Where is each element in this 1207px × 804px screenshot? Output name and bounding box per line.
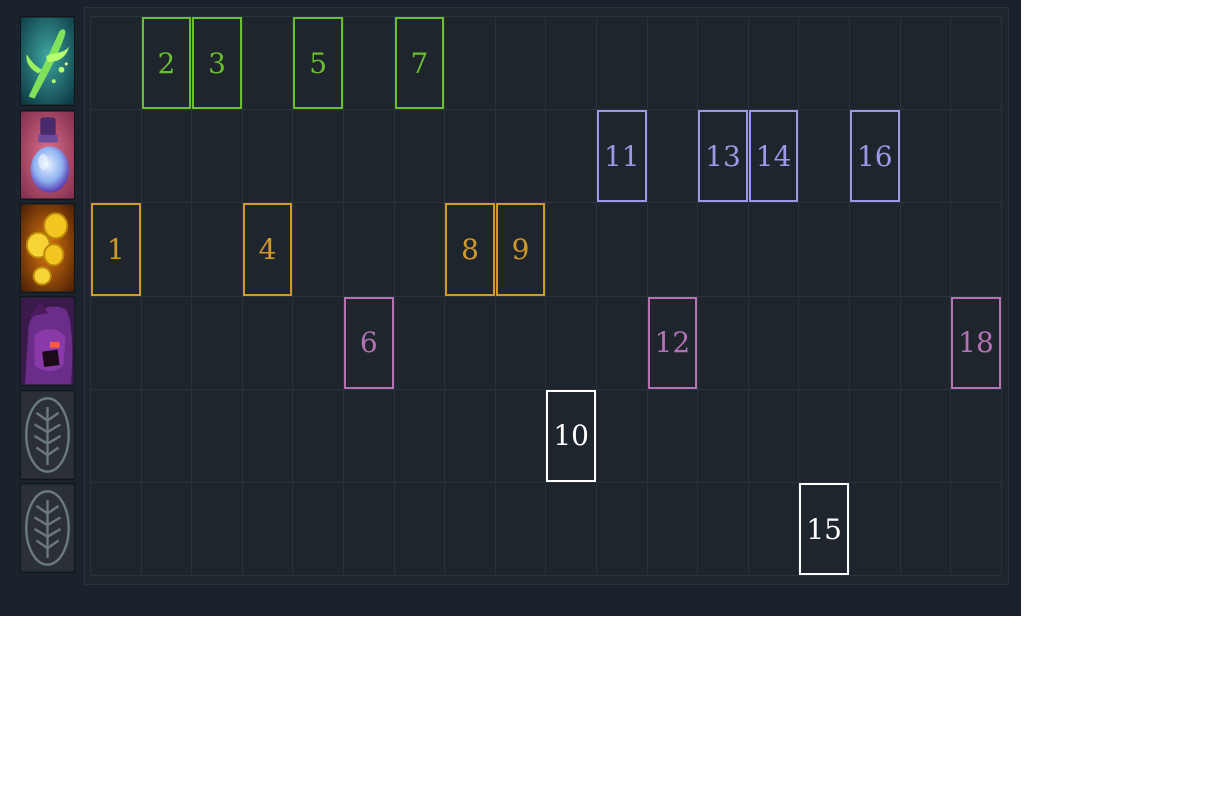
skill-level-cell[interactable]: 18 (951, 296, 1001, 389)
skill-level-cell[interactable]: 11 (597, 110, 647, 203)
grid-line (90, 202, 1001, 204)
skill-level-cell[interactable]: 10 (546, 389, 596, 482)
skill-level-cell[interactable]: 8 (445, 203, 495, 296)
skill-level-cell[interactable]: 13 (698, 110, 748, 203)
talent-tree-icon[interactable] (20, 483, 75, 573)
grid-line (90, 388, 1001, 390)
skill-level-cell[interactable]: 12 (647, 296, 698, 389)
skill-level-cell[interactable]: 9 (495, 203, 546, 296)
skill-level-cell[interactable]: 14 (748, 110, 799, 203)
purple-hero-portrait-icon-art (21, 297, 74, 385)
grid-line (90, 482, 1001, 483)
skill-level-cell[interactable]: 2 (141, 17, 192, 110)
grid-line (90, 295, 1001, 297)
skill-level-cell[interactable]: 7 (394, 17, 445, 110)
skill-level-cell[interactable]: 4 (242, 203, 293, 296)
talent-tree-icon-art (21, 391, 74, 479)
skill-level-cell[interactable]: 6 (344, 296, 394, 389)
grid-line (90, 575, 1001, 577)
skill-level-cell[interactable]: 16 (850, 110, 900, 203)
skill-level-cell[interactable]: 1 (91, 203, 141, 296)
green-liquid-ability-icon[interactable] (20, 16, 75, 106)
talent-tree-icon[interactable] (20, 390, 75, 480)
skill-level-cell[interactable]: 3 (192, 17, 242, 110)
talent-tree-icon-art (21, 484, 74, 572)
bottle-ability-icon-art (21, 111, 74, 199)
grid-line (1000, 16, 1002, 576)
bottle-ability-icon[interactable] (20, 110, 75, 200)
gold-coins-ability-icon-art (21, 204, 74, 292)
skill-level-cell[interactable]: 15 (799, 483, 849, 576)
skill-level-cell[interactable]: 5 (293, 17, 343, 110)
skill-build-panel: 2 3 5 7 11 13 14 16 1 4 8 9 6 12 18 10 15 (0, 0, 1021, 616)
green-liquid-ability-icon-art (21, 17, 74, 105)
gold-coins-ability-icon[interactable] (20, 203, 75, 293)
purple-hero-portrait-icon[interactable] (20, 296, 75, 386)
